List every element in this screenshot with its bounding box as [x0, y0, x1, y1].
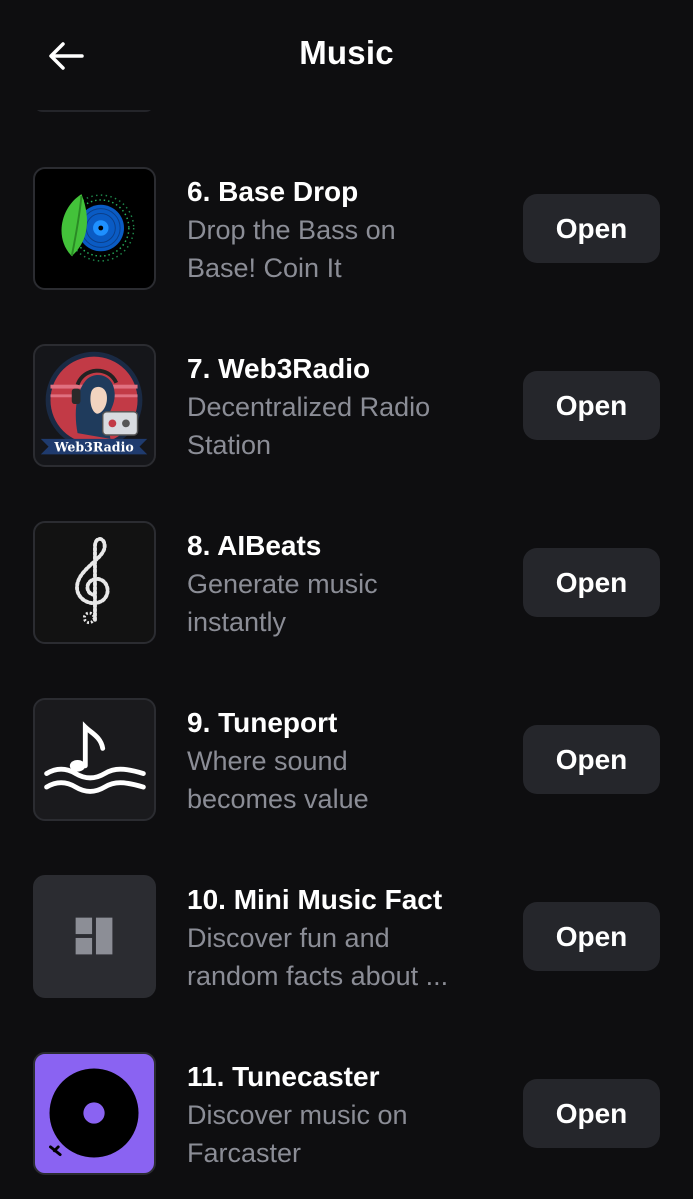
- item-description: Discover music on Farcaster: [187, 1100, 408, 1168]
- item-description: Generate music instantly: [187, 569, 378, 637]
- list-item[interactable]: 11. Tunecaster Discover music on Farcaste…: [0, 1052, 693, 1176]
- mini-music-fact-thumbnail: [33, 875, 156, 998]
- item-title: 11. Tunecaster: [187, 1061, 380, 1092]
- list-item[interactable]: 6. Base Drop Drop the Bass on Base! Coin …: [0, 167, 693, 291]
- item-title: 6. Base Drop: [187, 176, 359, 207]
- item-title: 8. AIBeats: [187, 530, 322, 561]
- item-title: 10. Mini Music Fact: [187, 884, 443, 915]
- item-description: Drop the Bass on Base! Coin It: [187, 215, 396, 283]
- open-button[interactable]: Open: [523, 1079, 660, 1148]
- item-description: Discover fun and random facts about ...: [187, 923, 449, 991]
- list-item[interactable]: 10. Mini Music Fact Discover fun and rand…: [0, 875, 693, 999]
- tuneport-thumbnail: [33, 698, 156, 821]
- placeholder-layout-icon: [75, 917, 113, 955]
- item-title: 7. Web3Radio: [187, 353, 371, 384]
- app-header: Music: [0, 0, 693, 110]
- page-title: Music: [299, 34, 394, 71]
- svg-text:Web3Radio: Web3Radio: [53, 439, 133, 454]
- open-button[interactable]: Open: [523, 902, 660, 971]
- base-drop-thumbnail: [33, 167, 156, 290]
- item-title: 9. Tuneport: [187, 707, 338, 738]
- web3radio-logo: Web3Radio: [40, 351, 148, 454]
- item-description: Decentralized Radio Station: [187, 392, 431, 460]
- treble-clef-icon: [75, 537, 110, 625]
- item-description: Where sound becomes value: [187, 746, 369, 814]
- open-button[interactable]: Open: [523, 371, 660, 440]
- list-item[interactable]: 8. AIBeats Generate music instantly Open: [0, 521, 693, 645]
- aibeats-thumbnail: [33, 521, 156, 644]
- list-item[interactable]: 9. Tuneport Where sound becomes value Ope…: [0, 698, 693, 822]
- tunecaster-thumbnail: [33, 1052, 156, 1175]
- web3radio-thumbnail: Web3Radio: [33, 344, 156, 467]
- music-note-waves-icon: [44, 721, 146, 794]
- open-button[interactable]: Open: [523, 194, 660, 263]
- open-button[interactable]: Open: [523, 548, 660, 617]
- base-drop-vinyl-leaf-icon: [61, 194, 135, 262]
- open-button[interactable]: Open: [523, 725, 660, 794]
- list-item[interactable]: Web3Radio 7. Web3Radio Decentralized Rad…: [0, 344, 693, 468]
- record-disc-icon: [49, 1068, 139, 1158]
